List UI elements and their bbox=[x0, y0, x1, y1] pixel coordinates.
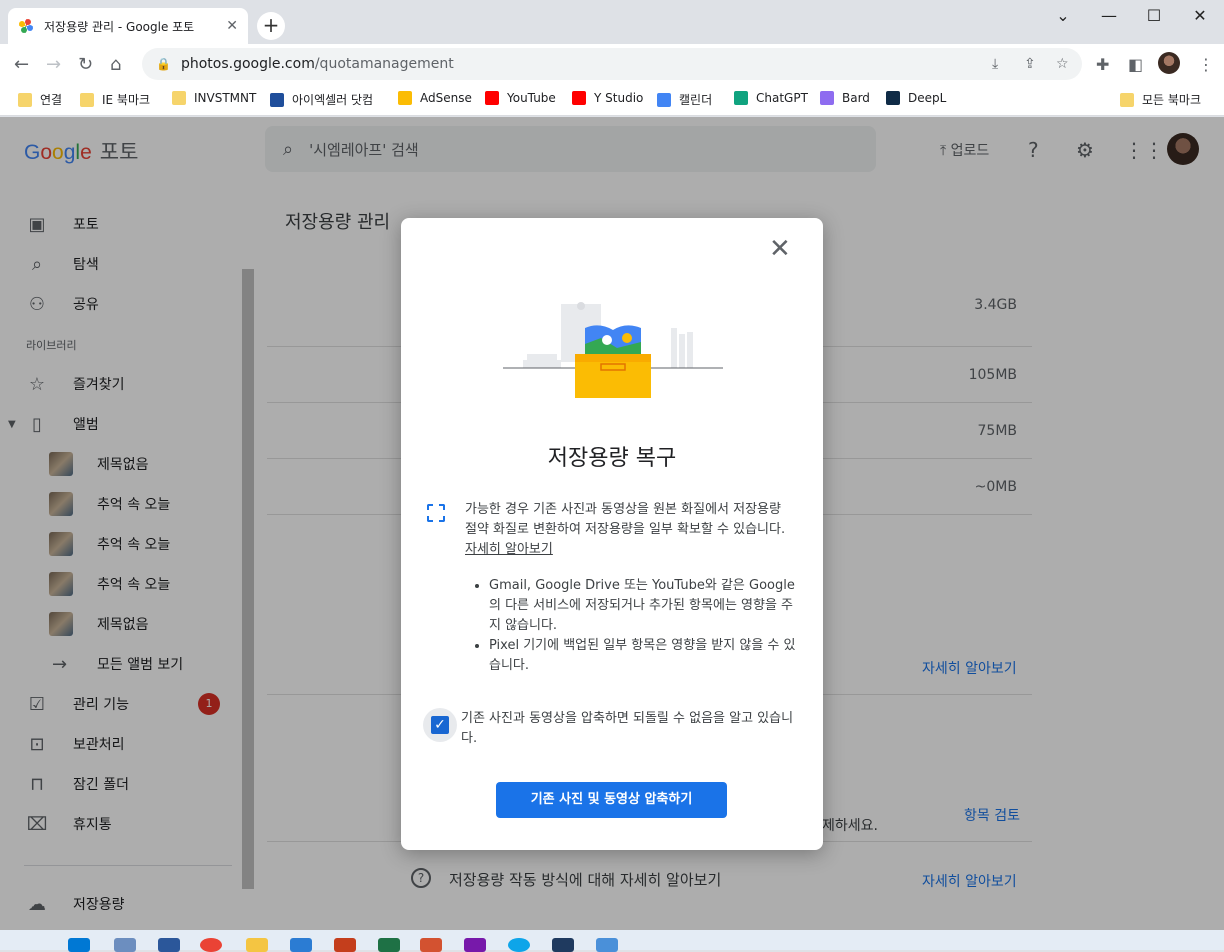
bookmarks-bar: 연결 IE 북마크 INVSTMNT 아이엑셀러 닷컴 AdSense YouTube Y … bbox=[0, 84, 1224, 116]
tab-title: 저장용량 관리 - Google 포토 bbox=[44, 19, 195, 34]
bookmark-icon bbox=[485, 91, 499, 105]
bookmark-label: INVSTMNT bbox=[194, 91, 257, 105]
bookmark-item[interactable]: AdSense bbox=[398, 91, 472, 105]
dialog-title: 저장용량 복구 bbox=[547, 446, 677, 471]
storage-illustration bbox=[503, 302, 723, 398]
side-panel-icon[interactable]: ◧ bbox=[1128, 55, 1143, 74]
bookmark-label: YouTube bbox=[507, 91, 556, 105]
bookmark-icon bbox=[572, 91, 586, 105]
bookmark-label: 연결 bbox=[40, 93, 63, 107]
bookmark-item[interactable]: Bard bbox=[820, 91, 870, 105]
bookmark-item[interactable]: YouTube bbox=[485, 91, 556, 105]
bookmark-label: AdSense bbox=[420, 91, 472, 105]
bookmark-label: Y Studio bbox=[594, 91, 644, 105]
bookmark-label: ChatGPT bbox=[756, 91, 808, 105]
bookmark-item[interactable]: ChatGPT bbox=[734, 91, 808, 105]
acknowledge-checkbox[interactable]: ✓ bbox=[423, 708, 457, 742]
share-icon[interactable]: ⇪ bbox=[1024, 56, 1036, 72]
url-path: /quotamanagement bbox=[314, 56, 454, 72]
new-tab-button[interactable]: + bbox=[257, 12, 285, 40]
bookmark-icon bbox=[657, 92, 671, 107]
bookmark-label: 캘린더 bbox=[679, 93, 713, 107]
dialog-bullets: Gmail, Google Drive 또는 YouTube와 같은 Googl… bbox=[489, 576, 799, 676]
bullet-item: Pixel 기기에 백업된 일부 항목은 영향을 받지 않을 수 있습니다. bbox=[489, 636, 799, 676]
maximize-button[interactable]: ☐ bbox=[1131, 6, 1177, 25]
dialog-learn-more-link[interactable]: 자세히 알아보기 bbox=[465, 542, 553, 557]
extensions-icon[interactable]: ✚ bbox=[1096, 55, 1109, 74]
checkmark-icon: ✓ bbox=[431, 716, 449, 734]
bookmark-label: DeepL bbox=[908, 91, 947, 105]
bookmark-label: 아이엑셀러 닷컴 bbox=[292, 93, 374, 107]
bookmark-label: IE 북마크 bbox=[102, 93, 151, 107]
image-compress-icon bbox=[427, 504, 445, 522]
dialog-description: 가능한 경우 기존 사진과 동영상을 원본 화질에서 저장용량 절약 화질로 변… bbox=[465, 500, 795, 560]
profile-avatar[interactable] bbox=[1158, 52, 1180, 74]
compress-button[interactable]: 기존 사진 및 동영상 압축하기 bbox=[496, 782, 727, 818]
acknowledge-label: 기존 사진과 동영상을 압축하면 되돌릴 수 없음을 알고 있습니다. bbox=[461, 711, 794, 746]
folder-icon bbox=[1120, 92, 1134, 107]
install-icon[interactable]: ⤓ bbox=[992, 56, 998, 72]
recover-storage-dialog: ✕ 저장용량 복구 가능한 경우 기존 사진과 동영상을 원본 화질에서 저장용… bbox=[401, 218, 823, 850]
bookmark-item[interactable]: DeepL bbox=[886, 91, 946, 105]
bookmark-icon bbox=[398, 91, 412, 105]
address-bar[interactable]: 🔒 photos.google.com/quotamanagement ⤓ ⇪ … bbox=[142, 48, 1082, 80]
back-icon[interactable]: ← bbox=[14, 54, 29, 75]
bookmark-icon bbox=[270, 92, 284, 107]
all-bookmarks-label: 모든 북마크 bbox=[1142, 93, 1202, 107]
bullet-item: Gmail, Google Drive 또는 YouTube와 같은 Googl… bbox=[489, 576, 799, 636]
forward-icon[interactable]: → bbox=[46, 54, 61, 75]
bookmark-item[interactable]: 캘린더 bbox=[657, 91, 712, 108]
google-photos-icon bbox=[19, 19, 33, 33]
bookmark-icon bbox=[80, 92, 94, 107]
all-bookmarks[interactable]: 모든 북마크 bbox=[1120, 91, 1201, 108]
bookmark-item[interactable]: 연결 bbox=[18, 91, 62, 108]
url-domain: photos.google.com bbox=[180, 56, 315, 72]
close-icon[interactable]: ✕ bbox=[769, 236, 791, 262]
browser-toolbar: ← → ↻ ⌂ 🔒 photos.google.com/quotamanagem… bbox=[0, 44, 1224, 84]
bookmark-icon bbox=[820, 91, 834, 105]
bookmark-label: Bard bbox=[842, 91, 870, 105]
bookmark-star-icon[interactable]: ☆ bbox=[1056, 56, 1069, 72]
bookmark-icon bbox=[172, 91, 186, 105]
tab-close-icon[interactable]: ✕ bbox=[226, 18, 238, 34]
os-taskbar bbox=[0, 930, 1224, 952]
tab-search-icon[interactable]: ⌄ bbox=[1040, 6, 1086, 25]
close-window-button[interactable]: ✕ bbox=[1177, 6, 1223, 25]
home-icon[interactable]: ⌂ bbox=[110, 54, 121, 75]
bookmark-item[interactable]: 아이엑셀러 닷컴 bbox=[270, 91, 373, 108]
bookmark-item[interactable]: IE 북마크 bbox=[80, 91, 150, 108]
reload-icon[interactable]: ↻ bbox=[78, 54, 93, 75]
bookmark-icon bbox=[886, 91, 900, 105]
bookmark-icon bbox=[18, 92, 32, 107]
bookmark-item[interactable]: Y Studio bbox=[572, 91, 643, 105]
menu-icon[interactable]: ⋮ bbox=[1198, 55, 1214, 74]
bookmark-item[interactable]: INVSTMNT bbox=[172, 91, 256, 105]
browser-tab[interactable]: 저장용량 관리 - Google 포토 ✕ bbox=[8, 8, 248, 44]
lock-icon: 🔒 bbox=[156, 57, 171, 71]
bookmark-icon bbox=[734, 91, 748, 105]
minimize-button[interactable]: — bbox=[1086, 6, 1132, 25]
dialog-description-text: 가능한 경우 기존 사진과 동영상을 원본 화질에서 저장용량 절약 화질로 변… bbox=[465, 502, 786, 537]
browser-tab-strip: 저장용량 관리 - Google 포토 ✕ + ⌄ — ☐ ✕ bbox=[0, 0, 1224, 44]
